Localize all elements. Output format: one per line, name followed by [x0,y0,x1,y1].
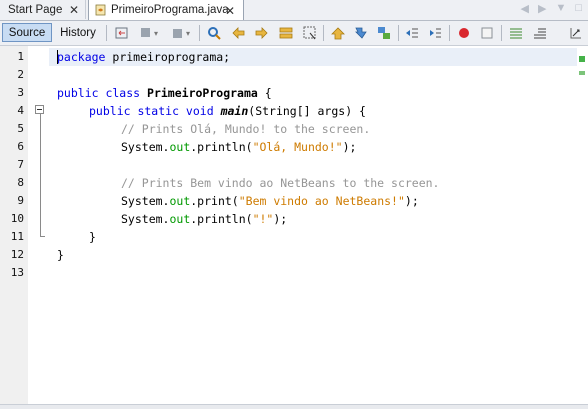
line-number: 13 [10,266,24,279]
code-text: System. [121,212,170,226]
code-text: primeiroprograma; [105,50,231,64]
toolbar-separator [323,25,324,41]
code-text: ); [404,194,419,208]
last-edit-icon[interactable] [114,25,130,41]
toggle-highlight-icon[interactable] [302,25,318,41]
string-literal: "!" [252,212,274,226]
source-button[interactable]: Source [2,23,52,42]
toolbar-separator [106,25,107,41]
code-text: System. [121,194,170,208]
java-file-icon [95,4,107,16]
keyword: public static void [89,104,214,118]
scroll-left-icon[interactable]: ◀ [521,2,529,15]
code-text: ); [273,212,288,226]
find-icon[interactable] [206,25,222,41]
prev-bookmark-icon[interactable] [330,25,346,41]
code-fold-margin [28,46,48,408]
change-marker[interactable] [579,71,585,75]
next-bookmark-icon[interactable] [354,25,370,41]
code-line-1[interactable]: package primeiroprograma; [57,48,230,66]
line-number: 3 [17,86,24,99]
text-caret [57,50,58,64]
editor-toolbar: Source History ▾ ▾ [0,21,588,46]
code-text: .println( [190,140,253,154]
record-macro-icon[interactable] [456,25,472,41]
ok-status-marker[interactable] [579,56,585,62]
tab-navigation: ◀ ▶ ▼ □ [521,2,582,15]
history-button[interactable]: History [55,23,101,42]
code-line-3[interactable]: public class PrimeiroPrograma { [57,84,272,102]
shift-left-icon[interactable] [404,25,420,41]
toggle-bookmark-icon[interactable] [376,25,392,41]
code-text: (String[] args) { [248,104,366,118]
shift-right-icon[interactable] [427,25,443,41]
field-name: out [169,140,191,154]
string-literal: "Olá, Mundo!" [252,140,343,154]
code-line-11[interactable]: } [89,228,96,246]
line-number: 6 [17,140,24,153]
class-name: PrimeiroPrograma [147,86,258,100]
field-name: out [169,212,191,226]
keyword: package [57,50,106,64]
editor-bottom-border [0,404,588,409]
line-number: 9 [17,194,24,207]
toolbar-separator [199,25,200,41]
fold-toggle-icon[interactable] [35,105,44,114]
toolbar-separator [398,25,399,41]
fold-guide-line [40,114,41,236]
line-number: 8 [17,176,24,189]
tab-primeiro-programa[interactable]: PrimeiroPrograma.java ✕ [88,0,244,20]
toolbar-menu-icon[interactable] [566,25,586,41]
line-number: 5 [17,122,24,135]
line-number: 4 [17,104,24,117]
tab-start-page[interactable]: Start Page ✕ [2,0,86,19]
tab-list-icon[interactable]: ▼ [555,2,566,15]
code-line-6[interactable]: System.out.println("Olá, Mundo!"); [121,138,356,156]
line-number: 10 [10,212,24,225]
line-number: 12 [10,248,24,261]
line-number: 11 [10,230,24,243]
find-selection-icon[interactable] [278,25,294,41]
code-text: .println( [190,212,253,226]
error-stripe [577,46,588,408]
fold-guide-end [40,236,45,237]
line-number: 7 [17,158,24,171]
code-text: { [257,86,272,100]
line-number: 2 [17,68,24,81]
code-text: ); [342,140,357,154]
comment-icon[interactable] [508,25,524,41]
chevron-down-icon[interactable]: ▾ [152,25,160,41]
toolbar-separator [501,25,502,41]
find-prev-icon[interactable] [230,25,246,41]
field-name: out [169,194,191,208]
code-line-4[interactable]: public static void main(String[] args) { [89,102,366,120]
code-line-12[interactable]: } [57,246,64,264]
close-icon[interactable]: ✕ [225,4,235,18]
code-text: .print( [190,194,239,208]
maximize-icon[interactable]: □ [575,2,582,15]
method-name: main [220,104,249,118]
code-line-10[interactable]: System.out.println("!"); [121,210,287,228]
scroll-right-icon[interactable]: ▶ [538,2,546,15]
code-line-5[interactable]: // Prints Olá, Mundo! to the screen. [121,120,370,138]
toolbar-separator [449,25,450,41]
code-line-8[interactable]: // Prints Bem vindo ao NetBeans to the s… [121,174,440,192]
find-next-icon[interactable] [254,25,270,41]
chevron-down-icon[interactable]: ▾ [184,25,192,41]
keyword: public class [57,86,141,100]
tab-start-page-label: Start Page [8,3,63,16]
code-text: System. [121,140,170,154]
close-icon[interactable]: ✕ [69,3,79,17]
stop-macro-icon[interactable] [479,25,495,41]
tab-file-label: PrimeiroPrograma.java [111,4,229,16]
line-number: 1 [17,50,24,63]
editor-tab-bar: Start Page ✕ PrimeiroPrograma.java ✕ ◀ ▶… [0,0,588,21]
uncomment-icon[interactable] [532,25,548,41]
string-literal: "Bem vindo ao NetBeans!" [238,194,405,208]
code-line-9[interactable]: System.out.print("Bem vindo ao NetBeans!… [121,192,419,210]
